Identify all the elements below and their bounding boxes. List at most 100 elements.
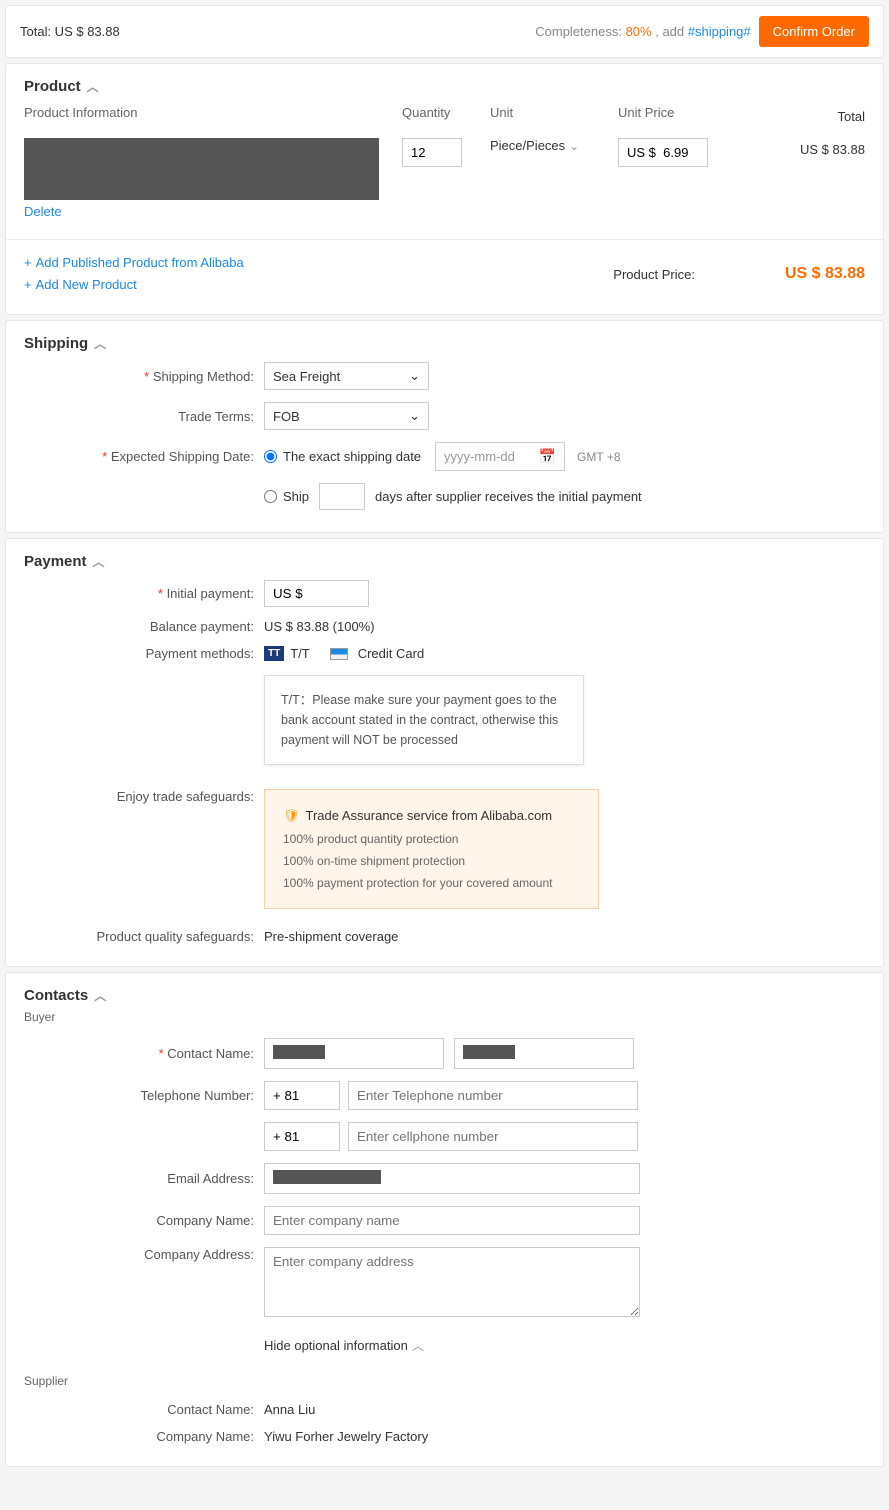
ship-after-radio[interactable]	[264, 490, 277, 503]
days-input[interactable]	[319, 483, 365, 510]
unit-value: Piece/Pieces	[490, 138, 565, 153]
add-text: , add	[652, 24, 688, 39]
plus-icon: +	[24, 252, 32, 274]
chevron-up-icon: ︿	[412, 1337, 424, 1354]
tt-label: T/T	[290, 646, 310, 661]
plus-icon: +	[24, 274, 32, 296]
cellphone-country-input[interactable]	[264, 1122, 340, 1151]
add-published-label: Add Published Product from Alibaba	[36, 252, 244, 274]
contact-name-label: Contact Name:	[167, 1046, 254, 1061]
contacts-title: Contacts	[24, 987, 88, 1004]
assurance-line-1: 100% product quantity protection	[283, 829, 580, 851]
completeness-pct: 80%	[626, 24, 652, 39]
telephone-label: Telephone Number:	[24, 1088, 264, 1103]
cellphone-input[interactable]	[348, 1122, 638, 1151]
chevron-up-icon: ︿	[87, 78, 99, 95]
chevron-up-icon: ︿	[94, 335, 106, 352]
hide-optional-toggle[interactable]: Hide optional information ︿	[264, 1337, 424, 1354]
shipping-section-header[interactable]: Shipping ︿	[6, 321, 883, 356]
company-address-label: Company Address:	[24, 1247, 264, 1262]
balance-payment-value: US $ 83.88 (100%)	[264, 619, 375, 634]
supplier-name-value: Anna Liu	[264, 1402, 315, 1417]
supplier-name-label: Contact Name:	[24, 1402, 264, 1417]
expected-date-label: Expected Shipping Date:	[111, 449, 254, 464]
balance-payment-label: Balance payment:	[24, 619, 264, 634]
chevron-down-icon: ⌄	[409, 408, 420, 424]
credit-card-label: Credit Card	[358, 646, 424, 661]
quantity-input[interactable]	[402, 138, 462, 167]
assurance-line-2: 100% on-time shipment protection	[283, 851, 580, 873]
unit-label: Unit	[490, 105, 610, 126]
company-name-label: Company Name:	[24, 1213, 264, 1228]
email-input[interactable]	[264, 1163, 640, 1194]
safeguards-label: Enjoy trade safeguards:	[24, 789, 264, 804]
chevron-up-icon: ︿	[94, 987, 106, 1004]
company-address-input[interactable]	[264, 1247, 640, 1317]
line-total: US $ 83.88	[746, 138, 865, 157]
unit-price-input[interactable]	[618, 138, 708, 167]
quality-safeguards-value: Pre-shipment coverage	[264, 929, 398, 944]
product-info-label: Product Information	[24, 105, 394, 126]
ship-label: Ship	[283, 489, 309, 504]
hide-optional-label: Hide optional information	[264, 1338, 408, 1353]
supplier-company-value: Yiwu Forher Jewelry Factory	[264, 1429, 428, 1444]
payment-methods-label: Payment methods:	[24, 646, 264, 661]
unit-select[interactable]: Piece/Pieces ⌄	[490, 138, 610, 153]
completeness-label: Completeness:	[535, 24, 625, 39]
supplier-subheading: Supplier	[6, 1360, 883, 1396]
date-placeholder: yyyy-mm-dd	[444, 449, 515, 464]
first-name-input[interactable]	[264, 1038, 444, 1069]
add-shipping-link[interactable]: #shipping#	[688, 24, 751, 39]
initial-payment-label: Initial payment:	[167, 586, 254, 601]
company-name-input[interactable]	[264, 1206, 640, 1235]
assurance-title: Trade Assurance service from Alibaba.com	[306, 804, 553, 827]
telephone-input[interactable]	[348, 1081, 638, 1110]
product-thumbnail	[24, 138, 379, 200]
shield-icon: 🛡	[283, 804, 300, 827]
product-price-label: Product Price:	[613, 267, 695, 282]
trade-terms-select[interactable]: FOB ⌄	[264, 402, 429, 430]
chevron-down-icon: ⌄	[409, 368, 420, 384]
initial-payment-input[interactable]	[264, 580, 369, 607]
date-input[interactable]: yyyy-mm-dd 📅	[435, 442, 565, 471]
product-price-amount: US $ 83.88	[785, 265, 865, 283]
delete-link[interactable]: Delete	[24, 200, 394, 219]
credit-card-icon	[330, 648, 348, 660]
shipping-title: Shipping	[24, 335, 88, 352]
confirm-order-button[interactable]: Confirm Order	[759, 16, 869, 47]
shipping-method-label: Shipping Method:	[153, 369, 254, 384]
total-label: Total: US $ 83.88	[20, 24, 120, 39]
shipping-method-value: Sea Freight	[273, 369, 340, 384]
completeness: Completeness: 80% , add #shipping#	[535, 24, 750, 39]
exact-date-radio[interactable]	[264, 450, 277, 463]
total-col-label: Total	[746, 105, 865, 130]
contacts-section-header[interactable]: Contacts ︿	[6, 973, 883, 1008]
unit-price-label: Unit Price	[618, 105, 738, 126]
trade-terms-value: FOB	[273, 409, 300, 424]
buyer-subheading: Buyer	[6, 1008, 883, 1032]
trade-terms-label: Trade Terms:	[178, 409, 254, 424]
add-new-label: Add New Product	[36, 274, 137, 296]
add-published-product-link[interactable]: +Add Published Product from Alibaba	[24, 252, 244, 274]
payment-section-header[interactable]: Payment ︿	[6, 539, 883, 574]
telephone-country-input[interactable]	[264, 1081, 340, 1110]
payment-title: Payment	[24, 553, 87, 570]
quality-safeguards-label: Product quality safeguards:	[24, 929, 264, 944]
email-label: Email Address:	[24, 1171, 264, 1186]
last-name-input[interactable]	[454, 1038, 634, 1069]
shipping-method-select[interactable]: Sea Freight ⌄	[264, 362, 429, 390]
after-label: days after supplier receives the initial…	[375, 489, 642, 504]
tt-badge-icon: TT	[264, 646, 284, 661]
calendar-icon: 📅	[539, 448, 556, 465]
supplier-company-label: Company Name:	[24, 1429, 264, 1444]
chevron-up-icon: ︿	[93, 553, 105, 570]
trade-assurance-box: 🛡 Trade Assurance service from Alibaba.co…	[264, 789, 599, 909]
add-new-product-link[interactable]: +Add New Product	[24, 274, 244, 296]
tt-tooltip: T/T：Please make sure your payment goes t…	[264, 675, 584, 765]
chevron-down-icon: ⌄	[569, 139, 579, 153]
product-title: Product	[24, 78, 81, 95]
gmt-label: GMT +8	[577, 450, 620, 464]
quantity-label: Quantity	[402, 105, 482, 126]
product-section-header[interactable]: Product ︿	[6, 64, 883, 99]
exact-date-label: The exact shipping date	[283, 449, 421, 464]
